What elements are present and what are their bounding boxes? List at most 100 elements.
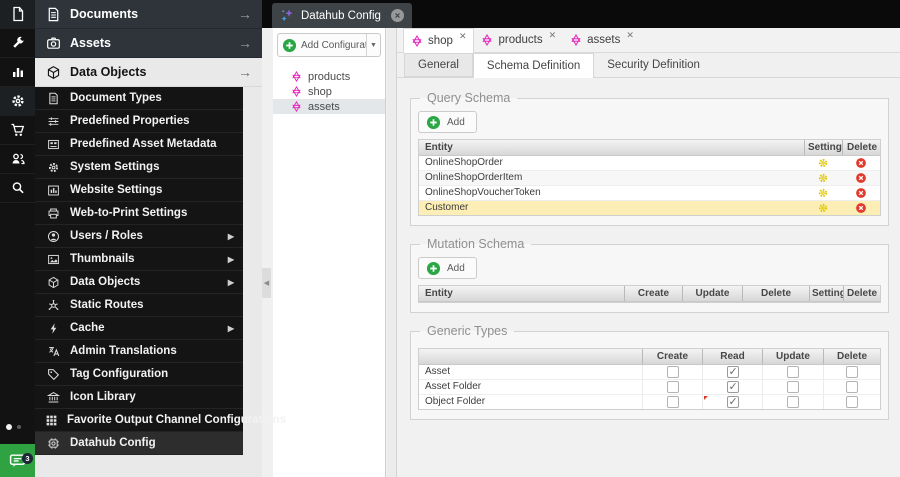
- menu-item-system-settings[interactable]: System Settings: [35, 156, 243, 179]
- menu-item-web-to-print[interactable]: Web-to-Print Settings: [35, 202, 243, 225]
- column-header-delete2[interactable]: Delete: [843, 286, 880, 301]
- sidebar-collapse-handle[interactable]: ◀: [262, 268, 271, 298]
- tab-security-definition[interactable]: Security Definition: [594, 53, 713, 77]
- table-row[interactable]: Asset Folder: [419, 380, 880, 395]
- row-delete-button[interactable]: [842, 171, 880, 185]
- row-settings-button[interactable]: [804, 186, 842, 200]
- documents-icon[interactable]: [0, 0, 35, 29]
- website-settings-icon: [45, 184, 61, 197]
- grid-header: Create Read Update Delete: [419, 349, 880, 365]
- create-checkbox[interactable]: [666, 396, 679, 408]
- column-header-update[interactable]: Update: [682, 286, 742, 301]
- row-delete-button[interactable]: [842, 186, 880, 200]
- sidebar-section-data-objects[interactable]: Data Objects →: [35, 58, 262, 87]
- menu-item-cache[interactable]: Cache ▶: [35, 317, 243, 340]
- row-settings-button[interactable]: [804, 156, 842, 170]
- mutation-schema-add-button[interactable]: Add: [418, 257, 477, 279]
- row-settings-button[interactable]: [804, 201, 842, 215]
- menu-item-admin-translations[interactable]: Admin Translations: [35, 340, 243, 363]
- column-header-entity[interactable]: Entity: [419, 286, 624, 301]
- menu-item-thumbnails[interactable]: Thumbnails ▶: [35, 248, 243, 271]
- table-row-highlighted[interactable]: Customer: [419, 201, 880, 215]
- menu-item-favorite-output-channels[interactable]: Favorite Output Channel Configurations: [35, 409, 286, 432]
- tree-item-shop[interactable]: shop: [273, 84, 385, 99]
- reports-icon[interactable]: [0, 58, 35, 87]
- close-icon[interactable]: ✕: [549, 30, 557, 41]
- read-checkbox[interactable]: [726, 365, 739, 379]
- column-header-settings[interactable]: Settings: [804, 140, 842, 155]
- menu-item-website-settings[interactable]: Website Settings: [35, 179, 243, 202]
- users-icon[interactable]: [0, 145, 35, 174]
- table-row[interactable]: OnlineShopOrder: [419, 156, 880, 171]
- section-label: Assets: [70, 36, 111, 50]
- sidebar-section-documents[interactable]: Documents →: [35, 0, 262, 29]
- column-header-create[interactable]: Create: [642, 349, 702, 364]
- close-tab-button[interactable]: [390, 9, 404, 22]
- delete-checkbox[interactable]: [846, 396, 858, 408]
- query-schema-add-button[interactable]: Add: [418, 111, 477, 133]
- table-row[interactable]: Object Folder: [419, 395, 880, 409]
- sidebar-section-assets[interactable]: Assets →: [35, 29, 262, 58]
- row-delete-button[interactable]: [842, 156, 880, 170]
- delete-checkbox[interactable]: [846, 381, 858, 393]
- chat-button[interactable]: 3: [0, 444, 35, 477]
- chip-icon: [45, 437, 61, 450]
- table-row[interactable]: OnlineShopVoucherToken: [419, 186, 880, 201]
- menu-item-datahub-config[interactable]: Datahub Config: [35, 432, 243, 455]
- tools-icon[interactable]: [0, 29, 35, 58]
- ecommerce-cart-icon[interactable]: [0, 116, 35, 145]
- menu-item-tag-configuration[interactable]: Tag Configuration: [35, 363, 243, 386]
- dirty-cell: [702, 395, 762, 409]
- close-icon[interactable]: ✕: [626, 30, 634, 41]
- row-delete-button[interactable]: [842, 201, 880, 215]
- column-header-update[interactable]: Update: [762, 349, 823, 364]
- entity-cell: OnlineShopOrder: [425, 157, 503, 168]
- column-header-delete[interactable]: Delete: [742, 286, 809, 301]
- table-row[interactable]: OnlineShopOrderItem: [419, 171, 880, 186]
- search-icon[interactable]: [0, 174, 35, 203]
- delete-checkbox[interactable]: [846, 366, 858, 378]
- panel-splitter[interactable]: [387, 28, 397, 477]
- menu-item-users-roles[interactable]: Users / Roles ▶: [35, 225, 243, 248]
- menu-item-document-types[interactable]: Document Types: [35, 87, 243, 110]
- delete-icon: [855, 187, 867, 199]
- update-checkbox[interactable]: [787, 366, 799, 378]
- close-icon[interactable]: ✕: [459, 31, 467, 42]
- read-checkbox[interactable]: [726, 380, 739, 394]
- tree-item-products[interactable]: products: [273, 69, 385, 84]
- settings-icon[interactable]: [0, 87, 35, 116]
- entity-cell: OnlineShopVoucherToken: [425, 187, 541, 198]
- type-label: Object Folder: [425, 396, 486, 407]
- read-checkbox[interactable]: [726, 395, 739, 409]
- tree-item-assets[interactable]: assets: [273, 99, 385, 114]
- menu-item-predefined-asset-metadata[interactable]: Predefined Asset Metadata: [35, 133, 243, 156]
- tab-general[interactable]: General: [404, 53, 473, 77]
- editor-tab-assets[interactable]: assets ✕: [563, 28, 641, 52]
- tab-schema-definition[interactable]: Schema Definition: [472, 53, 595, 78]
- column-header-entity[interactable]: Entity: [419, 140, 804, 155]
- workspace-tab-datahub-config[interactable]: Datahub Config: [272, 3, 412, 28]
- add-configuration-button[interactable]: Add Configuration ▼: [277, 33, 381, 57]
- update-checkbox[interactable]: [787, 381, 799, 393]
- column-header-delete[interactable]: Delete: [823, 349, 880, 364]
- column-header-settings[interactable]: Settings: [809, 286, 843, 301]
- routes-icon: [45, 299, 61, 312]
- arrow-right-icon: →: [238, 35, 252, 51]
- editor-tab-products[interactable]: products ✕: [474, 28, 563, 52]
- create-checkbox[interactable]: [666, 366, 679, 378]
- create-checkbox[interactable]: [666, 381, 679, 393]
- add-configuration-dropdown[interactable]: ▼: [366, 34, 380, 56]
- sparkle-icon: [280, 8, 295, 23]
- menu-item-data-objects[interactable]: Data Objects ▶: [35, 271, 243, 294]
- editor-tab-shop[interactable]: shop ✕: [403, 28, 475, 53]
- table-row[interactable]: Asset: [419, 365, 880, 380]
- menu-item-static-routes[interactable]: Static Routes: [35, 294, 243, 317]
- menu-item-icon-library[interactable]: Icon Library: [35, 386, 243, 409]
- menu-item-predefined-properties[interactable]: Predefined Properties: [35, 110, 243, 133]
- graphql-config-icon: [411, 35, 423, 47]
- row-settings-button[interactable]: [804, 171, 842, 185]
- update-checkbox[interactable]: [787, 396, 799, 408]
- column-header-read[interactable]: Read: [702, 349, 762, 364]
- column-header-delete[interactable]: Delete: [842, 140, 880, 155]
- column-header-create[interactable]: Create: [624, 286, 682, 301]
